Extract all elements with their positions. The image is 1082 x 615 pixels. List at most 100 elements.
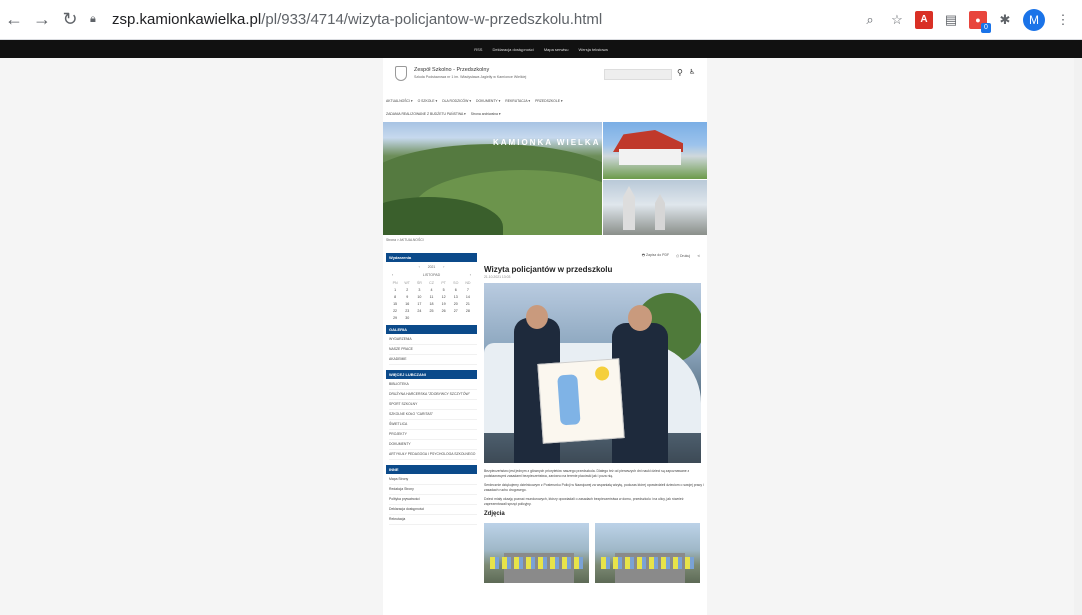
gallery-list: WYDARZENIA NASZE PRACE AKADEMIE (386, 334, 477, 367)
calendar-day[interactable]: 2 (401, 288, 413, 292)
calendar-day[interactable]: 9 (401, 295, 413, 299)
calendar-day[interactable]: 15 (389, 302, 401, 306)
menu-item-przedszkole[interactable]: PRZEDSZKOLE ▾ (535, 99, 563, 103)
more-title: WIĘCEJ LUBCZANI (386, 370, 477, 379)
translate-extension-icon[interactable]: ▤ (942, 11, 960, 29)
puzzle-icon[interactable]: ✱ (996, 11, 1014, 29)
calendar-day[interactable]: 21 (462, 302, 474, 306)
calendar-day[interactable]: 25 (425, 309, 437, 313)
sidebar-item-other[interactable]: Mapa Strony (389, 475, 477, 485)
url-host: zsp.kamionkawielka.pl (112, 11, 262, 28)
prev-year-button[interactable]: ‹ (419, 265, 420, 269)
sidebar-item-more[interactable]: ARTYKUŁY PEDAGOGA I PSYCHOLOGA SZKOLNEGO (389, 450, 477, 460)
other-title: INNE (386, 465, 477, 474)
top-link[interactable]: Wersja tekstowa (579, 47, 608, 52)
gallery-thumbnail[interactable] (484, 523, 589, 583)
sidebar-item-other[interactable]: Rekrutacja (389, 515, 477, 525)
sidebar-item-gallery[interactable]: AKADEMIE (389, 355, 477, 365)
menu-row-2: ZADANIA REALIZOWANE Z BUDŻETU PAŃSTWA ▾ … (383, 107, 707, 120)
school-crest-icon[interactable] (395, 66, 407, 81)
sidebar-item-more[interactable]: DOKUMENTY (389, 440, 477, 450)
calendar-day[interactable]: 6 (450, 288, 462, 292)
calendar-day[interactable]: 14 (462, 295, 474, 299)
calendar-day[interactable]: 28 (462, 309, 474, 313)
menu-item-rekrutacja[interactable]: REKRUTACJA ▾ (505, 99, 530, 103)
bookmark-star-icon[interactable]: ☆ (888, 11, 906, 29)
address-bar[interactable]: 🔒︎ zsp.kamionkawielka.pl/pl/933/4714/wiz… (84, 6, 861, 34)
back-button[interactable]: ← (0, 6, 28, 34)
calendar-day[interactable]: 16 (401, 302, 413, 306)
search-icon[interactable]: ⚲ (677, 68, 683, 77)
sidebar-item-more[interactable]: ŚWIETLICA (389, 420, 477, 430)
calendar-day[interactable]: 11 (425, 295, 437, 299)
sidebar-item-other[interactable]: Polityka prywatności (389, 495, 477, 505)
top-link[interactable]: Deklaracja dostępności (492, 47, 533, 52)
calendar-day[interactable]: 23 (401, 309, 413, 313)
search-input[interactable] (604, 69, 672, 80)
calendar-day[interactable]: 18 (425, 302, 437, 306)
next-year-button[interactable]: › (443, 265, 444, 269)
sidebar-item-gallery[interactable]: NASZE PRACE (389, 345, 477, 355)
more-list: BIBLIOTEKA DRUŻYNA HARCERSKA "ZDOBYWCY SZ… (386, 379, 477, 462)
calendar-day[interactable]: 10 (413, 295, 425, 299)
calendar-day[interactable]: 27 (450, 309, 462, 313)
article-paragraph: Bezpieczeństwo jest jednym z głównych pr… (484, 469, 690, 478)
calendar-day[interactable]: 22 (389, 309, 401, 313)
menu-item-o-szkole[interactable]: O SZKOLE ▾ (418, 99, 438, 103)
forward-button[interactable]: → (28, 6, 56, 34)
sidebar-item-other[interactable]: Deklaracja dostępności (389, 505, 477, 515)
top-link[interactable]: RSS (474, 47, 482, 52)
calendar-day[interactable]: 12 (438, 295, 450, 299)
sidebar-item-other[interactable]: Redakcja Strony (389, 485, 477, 495)
calendar-weekday: WT (404, 281, 410, 285)
calendar-day[interactable]: 8 (389, 295, 401, 299)
avatar[interactable]: M (1023, 8, 1045, 31)
calendar-day[interactable]: 5 (438, 288, 450, 292)
menu-item-dokumenty[interactable]: DOKUMENTY ▾ (476, 99, 500, 103)
calendar-day[interactable]: 3 (413, 288, 425, 292)
calendar-day[interactable]: 29 (389, 316, 401, 320)
pdf-extension-icon[interactable]: A (915, 10, 933, 29)
calendar-day[interactable]: 20 (450, 302, 462, 306)
scrollbar[interactable] (1074, 58, 1082, 615)
prev-month-button[interactable]: ‹ (392, 273, 393, 277)
school-name[interactable]: Zespół Szkolno - Przedszkolny (414, 67, 489, 73)
calendar-day[interactable]: 4 (425, 288, 437, 292)
top-link[interactable]: Mapa serwisu (544, 47, 569, 52)
menu-item-aktualnosci[interactable]: AKTUALNOŚCI ▾ (386, 99, 413, 103)
sidebar-item-more[interactable]: BIBLIOTEKA (389, 380, 477, 390)
sidebar-item-more[interactable]: SPORT SZKOLNY (389, 400, 477, 410)
banner-church-image (603, 180, 707, 235)
extension-icon[interactable]: ● 0 (969, 10, 991, 33)
zoom-icon[interactable]: ⌕ (861, 11, 879, 29)
reload-button[interactable]: ↻ (56, 6, 84, 34)
sidebar-item-more[interactable]: DRUŻYNA HARCERSKA "ZDOBYWCY SZCZYTÓW" (389, 390, 477, 400)
banner-landscape-image: KAMIONKA WIELKA (383, 122, 602, 235)
next-month-button[interactable]: › (470, 273, 471, 277)
menu-row-1: AKTUALNOŚCI ▾ O SZKOLE ▾ DLA RODZICÓW ▾ … (383, 94, 707, 107)
calendar-day[interactable]: 26 (438, 309, 450, 313)
calendar-day[interactable]: 17 (413, 302, 425, 306)
sidebar-item-more[interactable]: SZKOLNE KOŁO "CARITAS" (389, 410, 477, 420)
more-menu-icon[interactable]: ⋮ (1054, 11, 1072, 29)
menu-item-dla-rodzicow[interactable]: DLA RODZICÓW ▾ (442, 99, 471, 103)
calendar-grid: PN WT ŚR CZ PT SO ND 1 2 3 4 5 6 7 8 9 10 11 12 13 14 15 16 17 1… (386, 279, 477, 322)
calendar-day[interactable]: 7 (462, 288, 474, 292)
calendar-day[interactable]: 24 (413, 309, 425, 313)
share-icon[interactable]: ≺ (697, 254, 700, 258)
gallery-thumbnail[interactable] (595, 523, 700, 583)
print-button[interactable]: ⎙ Drukuj (676, 254, 690, 258)
article-main-photo[interactable] (484, 283, 701, 463)
pdf-button[interactable]: 🖶︎ Zapisz do PDF (642, 253, 669, 259)
sidebar-item-more[interactable]: PROJEKTY (389, 430, 477, 440)
calendar-day[interactable]: 19 (438, 302, 450, 306)
breadcrumb[interactable]: Strona > AKTUALNOŚCI (386, 238, 424, 242)
calendar-day[interactable]: 13 (450, 295, 462, 299)
menu-item-zadania[interactable]: ZADANIA REALIZOWANE Z BUDŻETU PAŃSTWA ▾ (386, 112, 466, 116)
sidebar-item-gallery[interactable]: WYDARZENIA (389, 335, 477, 345)
page-content: Zespół Szkolno - Przedszkolny Szkoła Pod… (383, 58, 707, 615)
calendar-day[interactable]: 30 (401, 316, 413, 320)
menu-item-archiwum[interactable]: Strona archiwalna ▾ (471, 112, 501, 116)
calendar-day[interactable]: 1 (389, 288, 401, 292)
accessibility-icon[interactable]: ♿︎ (689, 68, 695, 76)
